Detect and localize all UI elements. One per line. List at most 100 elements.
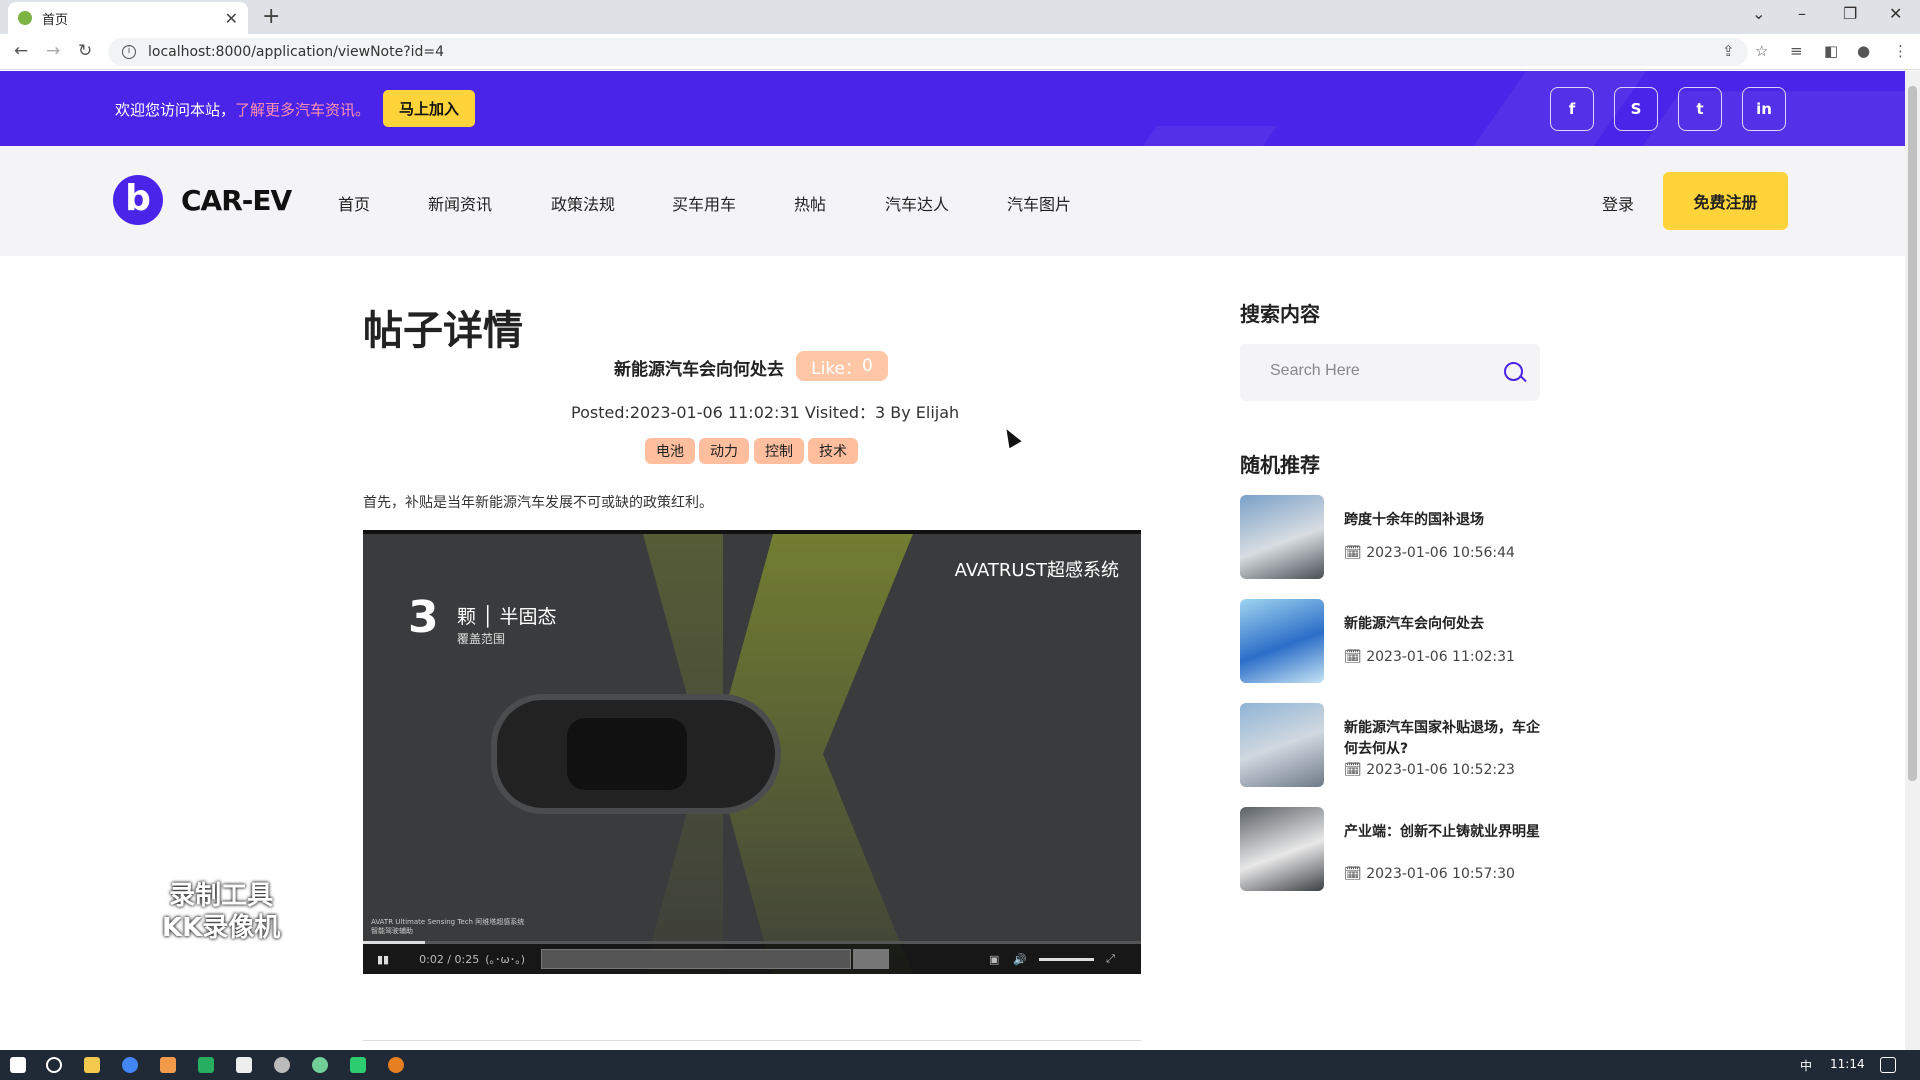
profile-icon[interactable]: ● bbox=[1857, 42, 1870, 60]
video-controls: ▮▮ 0:02 / 0:25 (｡･ω･｡) ▣ 🔊 ⤢ bbox=[363, 944, 1141, 974]
twitter-icon[interactable]: t bbox=[1678, 87, 1722, 131]
video-player[interactable]: AVATRUST超感系统 3 颗 │ 半固态 覆盖范围 AVATR Ultima… bbox=[363, 530, 1141, 974]
recommend-date-text: 2023-01-06 10:57:30 bbox=[1366, 866, 1515, 882]
search-icon[interactable] bbox=[1504, 362, 1523, 381]
watermark-line1: 录制工具 bbox=[169, 881, 274, 911]
tab-search-icon[interactable]: ⌄ bbox=[1752, 4, 1765, 23]
skype-icon[interactable]: S bbox=[1614, 87, 1658, 131]
recommend-title[interactable]: 新能源汽车会向何处去 bbox=[1344, 614, 1544, 635]
danmu-emote: (｡･ω･｡) bbox=[485, 953, 526, 966]
recommend-item[interactable]: 产业端：创新不止铸就业界明星 🗓 2023-01-06 10:57:30 bbox=[1240, 807, 1540, 891]
like-count: 0 bbox=[862, 356, 873, 376]
recommend-date-text: 2023-01-06 10:56:44 bbox=[1366, 545, 1515, 561]
tag-power[interactable]: 动力 bbox=[699, 438, 749, 464]
chrome-icon[interactable] bbox=[122, 1057, 138, 1073]
nav-car-experts[interactable]: 汽车达人 bbox=[885, 191, 949, 215]
post-meta: Posted:2023-01-06 11:02:31 Visited：3 By … bbox=[571, 403, 960, 422]
search-heading: 搜索内容 bbox=[1240, 302, 1320, 326]
comment-box-edge bbox=[363, 1040, 1141, 1050]
wechat-icon[interactable] bbox=[350, 1057, 366, 1073]
play-pause-icon[interactable]: ▮▮ bbox=[377, 953, 389, 966]
close-tab-icon[interactable]: ✕ bbox=[225, 9, 238, 28]
search-input[interactable] bbox=[1270, 362, 1490, 380]
recommend-title[interactable]: 新能源汽车国家补贴退场，车企何去何从? bbox=[1344, 718, 1544, 760]
volume-slider[interactable] bbox=[1039, 957, 1095, 961]
nav-hot-posts[interactable]: 热帖 bbox=[794, 191, 826, 215]
side-panel-icon[interactable]: ◧ bbox=[1824, 42, 1838, 60]
app-icon[interactable] bbox=[198, 1057, 214, 1073]
recommend-title[interactable]: 产业端：创新不止铸就业界明星 bbox=[1344, 822, 1544, 843]
search-taskbar-icon[interactable] bbox=[46, 1057, 62, 1073]
video-sublabel: 覆盖范围 bbox=[457, 632, 506, 646]
facebook-icon[interactable]: f bbox=[1550, 87, 1594, 131]
post-intro: 首先，补贴是当年新能源汽车发展不可或缺的政策红利。 bbox=[363, 495, 713, 511]
recommend-thumbnail[interactable] bbox=[1240, 807, 1324, 891]
video-view-icon[interactable]: ▣ bbox=[989, 953, 999, 966]
register-button[interactable]: 免费注册 bbox=[1663, 172, 1788, 230]
nav-home[interactable]: 首页 bbox=[338, 191, 370, 215]
learn-more-link[interactable]: 了解更多汽车资讯。 bbox=[235, 101, 370, 119]
browser-tab-strip: 首页 ✕ + ⌄ – ❐ ✕ bbox=[0, 0, 1920, 34]
fullscreen-icon[interactable]: ⤢ bbox=[1106, 952, 1115, 966]
nav-buy-car[interactable]: 买车用车 bbox=[672, 191, 736, 215]
settings-icon[interactable] bbox=[274, 1057, 290, 1073]
minimize-icon[interactable]: – bbox=[1798, 4, 1806, 23]
tag-control[interactable]: 控制 bbox=[754, 438, 804, 464]
menu-icon[interactable]: ⋮ bbox=[1893, 42, 1908, 60]
app-icon[interactable] bbox=[312, 1057, 328, 1073]
mouse-cursor-icon bbox=[1000, 425, 1022, 449]
nav-car-pictures[interactable]: 汽车图片 bbox=[1007, 191, 1071, 215]
danmu-input[interactable] bbox=[541, 949, 852, 969]
logo-text[interactable]: CAR-EV bbox=[181, 184, 292, 217]
recommend-date-text: 2023-01-06 11:02:31 bbox=[1366, 649, 1515, 665]
file-explorer-icon[interactable] bbox=[84, 1057, 100, 1073]
nav-policy[interactable]: 政策法规 bbox=[551, 191, 615, 215]
linkedin-icon[interactable]: in bbox=[1742, 87, 1786, 131]
bookmark-star-icon[interactable]: ☆ bbox=[1755, 42, 1768, 60]
recommend-item[interactable]: 跨度十余年的国补退场 🗓 2023-01-06 10:56:44 bbox=[1240, 495, 1540, 579]
new-tab-icon[interactable]: + bbox=[262, 4, 280, 29]
tag-battery[interactable]: 电池 bbox=[645, 438, 695, 464]
notification-icon[interactable] bbox=[1880, 1057, 1896, 1073]
clock[interactable]: 11:14 bbox=[1830, 1057, 1865, 1071]
notepad-icon[interactable] bbox=[236, 1057, 252, 1073]
login-link[interactable]: 登录 bbox=[1602, 191, 1634, 215]
back-icon[interactable]: ← bbox=[14, 41, 28, 61]
video-time: 0:02 / 0:25 bbox=[419, 952, 480, 966]
recommend-thumbnail[interactable] bbox=[1240, 495, 1324, 579]
close-window-icon[interactable]: ✕ bbox=[1889, 4, 1902, 23]
car-image bbox=[491, 694, 781, 814]
logo-icon[interactable]: b bbox=[113, 175, 163, 225]
recommend-date: 🗓 2023-01-06 10:57:30 bbox=[1344, 866, 1515, 882]
join-button[interactable]: 马上加入 bbox=[383, 90, 475, 127]
recommend-title[interactable]: 跨度十余年的国补退场 bbox=[1344, 510, 1544, 531]
restore-icon[interactable]: ❐ bbox=[1843, 4, 1857, 23]
site-info-icon[interactable]: i bbox=[122, 45, 136, 59]
danmu-send-button[interactable] bbox=[853, 949, 890, 969]
share-icon[interactable]: ⇪ bbox=[1722, 42, 1735, 60]
recommend-item[interactable]: 新能源汽车会向何处去 🗓 2023-01-06 11:02:31 bbox=[1240, 599, 1540, 683]
recommend-thumbnail[interactable] bbox=[1240, 599, 1324, 683]
address-bar-row: ← → ↻ i localhost:8000/application/viewN… bbox=[0, 34, 1920, 70]
reload-icon[interactable]: ↻ bbox=[78, 41, 92, 61]
recorder-icon[interactable] bbox=[388, 1057, 404, 1073]
forward-icon[interactable]: → bbox=[46, 41, 60, 61]
volume-icon[interactable]: 🔊 bbox=[1013, 953, 1027, 966]
like-label: Like： bbox=[811, 358, 863, 379]
scrollbar-thumb[interactable] bbox=[1908, 86, 1917, 781]
url-field[interactable]: i localhost:8000/application/viewNote?id… bbox=[108, 38, 1748, 66]
like-button[interactable]: Like： 0 bbox=[796, 351, 888, 381]
reading-list-icon[interactable]: ≡ bbox=[1790, 42, 1803, 60]
ime-indicator[interactable]: 中 bbox=[1800, 1057, 1812, 1074]
browser-tab[interactable]: 首页 ✕ bbox=[8, 2, 248, 34]
os-taskbar: 中 11:14 bbox=[0, 1050, 1920, 1080]
start-icon[interactable] bbox=[10, 1057, 26, 1073]
tag-tech[interactable]: 技术 bbox=[808, 438, 858, 464]
recommend-date-text: 2023-01-06 10:52:23 bbox=[1366, 762, 1515, 778]
app-icon[interactable] bbox=[160, 1057, 176, 1073]
recording-watermark: 录制工具 KK录像机 bbox=[162, 880, 280, 944]
nav-news[interactable]: 新闻资讯 bbox=[428, 191, 492, 215]
recommend-item[interactable]: 新能源汽车国家补贴退场，车企何去何从? 🗓 2023-01-06 10:52:2… bbox=[1240, 703, 1540, 787]
welcome-text: 欢迎您访问本站，了解更多汽车资讯。 bbox=[115, 99, 370, 120]
recommend-thumbnail[interactable] bbox=[1240, 703, 1324, 787]
